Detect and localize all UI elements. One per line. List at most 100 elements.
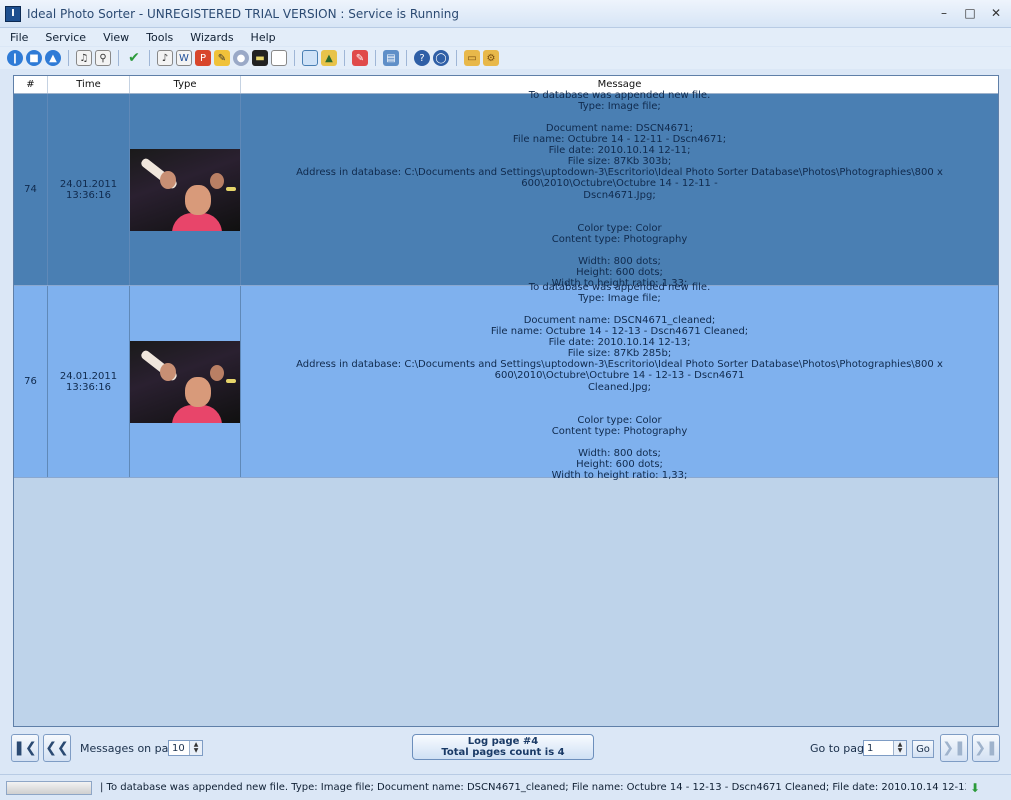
stop-icon[interactable]: ■ (26, 50, 42, 66)
message-line: To database was appended new file. (528, 89, 711, 101)
close-button[interactable]: ✕ (987, 4, 1005, 22)
goto-page-stepper[interactable]: 1 ▲ ▼ (863, 740, 907, 756)
message-line (618, 437, 621, 448)
toolbar-separator (344, 50, 345, 66)
row-time-text: 13:36:16 (66, 189, 111, 201)
cd-icon[interactable]: ● (233, 50, 249, 66)
progress-bar (6, 780, 92, 795)
table-header: # Time Type Message (14, 76, 998, 94)
go-button[interactable]: Go (912, 740, 934, 758)
row-time-text: 13:36:16 (66, 381, 111, 393)
message-line (618, 201, 621, 212)
table-row[interactable]: 74 24.01.2011 13:36:16 To database was a… (14, 90, 998, 290)
message-line: Dscn4671.Jpg; (583, 189, 656, 201)
monitor-icon[interactable]: ▤ (383, 50, 399, 66)
folder-icon[interactable]: ▭ (464, 50, 480, 66)
last-page-button[interactable]: ❯❚ (972, 734, 1000, 762)
message-line: Height: 600 dots; (576, 267, 663, 279)
next-page-button[interactable]: ❯❚ (940, 734, 968, 762)
menu-bar: File Service View Tools Wizards Help (0, 28, 1011, 46)
message-line: File size: 87Kb 303b; (567, 156, 672, 168)
check-icon[interactable]: ✔ (126, 50, 142, 66)
document-icon[interactable]: ♫ (76, 50, 92, 66)
word-icon[interactable]: W (176, 50, 192, 66)
minimize-button[interactable]: – (935, 4, 953, 22)
message-line: Address in database: C:\Documents and Se… (296, 359, 943, 382)
page-icon[interactable] (271, 50, 287, 66)
messages-on-page-stepper[interactable]: 10 ▲ ▼ (168, 740, 203, 756)
log-table[interactable]: # Time Type Message 74 24.01.2011 13:36:… (13, 75, 999, 727)
message-line: Width: 800 dots; (578, 448, 661, 460)
music-icon[interactable]: ♪ (157, 50, 173, 66)
messages-on-page-value: 10 (172, 742, 185, 754)
table-row[interactable]: 76 24.01.2011 13:36:16 To database was a… (14, 282, 998, 482)
pencil-icon[interactable]: ✎ (214, 50, 230, 66)
message-line: File name: Octubre 14 - 12-11 - Dscn4671… (512, 134, 727, 146)
photo-thumbnail[interactable] (130, 148, 240, 231)
pdf-icon[interactable]: P (195, 50, 211, 66)
toolbar-separator (294, 50, 295, 66)
goto-page-value: 1 (867, 742, 874, 754)
row-number: 76 (14, 286, 48, 477)
status-bar: | To database was appended new file. Typ… (0, 774, 1011, 800)
settings-icon[interactable]: ⚙ (483, 50, 499, 66)
message-line: File name: Octubre 14 - 12-13 - Dscn4671… (490, 326, 749, 338)
row-time: 24.01.2011 13:36:16 (48, 94, 130, 285)
message-line (618, 393, 621, 404)
message-line (618, 404, 621, 415)
row-date-text: 24.01.2011 (59, 178, 118, 190)
maximize-button[interactable]: □ (961, 4, 979, 22)
stepper-arrows[interactable]: ▲ ▼ (189, 741, 202, 755)
menu-file[interactable]: File (10, 31, 28, 44)
menu-help[interactable]: Help (251, 31, 276, 44)
menu-service[interactable]: Service (45, 31, 86, 44)
eraser-icon[interactable]: ✎ (352, 50, 368, 66)
eject-icon[interactable]: ▲ (45, 50, 61, 66)
about-icon[interactable]: ◯ (433, 50, 449, 66)
toolbar-separator (375, 50, 376, 66)
previous-page-button[interactable]: ❮❮ (43, 734, 71, 762)
row-message: To database was appended new file. Type:… (241, 282, 998, 482)
window-icon[interactable] (302, 50, 318, 66)
header-type[interactable]: Type (130, 76, 241, 93)
row-message: To database was appended new file. Type:… (241, 90, 998, 290)
message-line: File date: 2010.10.14 12-11; (548, 145, 691, 157)
title-bar: I Ideal Photo Sorter - UNREGISTERED TRIA… (0, 0, 1011, 28)
first-page-button[interactable]: ❚❮ (11, 734, 39, 762)
window-title: Ideal Photo Sorter - UNREGISTERED TRIAL … (27, 6, 460, 21)
down-arrow-icon[interactable]: ⬇ (970, 781, 982, 795)
message-line (618, 112, 621, 123)
page-info: Log page #4 Total pages count is 4 (412, 734, 594, 760)
header-num[interactable]: # (14, 76, 48, 93)
row-date-text: 24.01.2011 (59, 370, 118, 382)
document-search-icon[interactable]: ⚲ (95, 50, 111, 66)
menu-tools[interactable]: Tools (146, 31, 173, 44)
total-pages-text: Total pages count is 4 (441, 747, 565, 758)
row-time: 24.01.2011 13:36:16 (48, 286, 130, 477)
image-icon[interactable]: ▲ (321, 50, 337, 66)
toolbar-separator (68, 50, 69, 66)
menu-view[interactable]: View (103, 31, 129, 44)
film-icon[interactable]: ▬ (252, 50, 268, 66)
message-line: Address in database: C:\Documents and Se… (296, 167, 943, 190)
header-time[interactable]: Time (48, 76, 130, 93)
message-line (618, 245, 621, 256)
toolbar-separator (149, 50, 150, 66)
menu-wizards[interactable]: Wizards (190, 31, 233, 44)
pager-bar: ❚❮ ❮❮ Messages on page: 10 ▲ ▼ Log page #… (0, 730, 1011, 770)
pause-icon[interactable]: ❙ (7, 50, 23, 66)
log-page-text: Log page #4 (467, 736, 539, 747)
message-line: Height: 600 dots; (576, 459, 663, 471)
message-line: Document name: DSCN4671_cleaned; (523, 314, 716, 326)
help-icon[interactable]: ? (414, 50, 430, 66)
row-number: 74 (14, 94, 48, 285)
stepper-arrows[interactable]: ▲ ▼ (893, 741, 906, 755)
message-line: To database was appended new file. (528, 281, 711, 293)
app-icon: I (5, 5, 21, 22)
message-line: Document name: DSCN4671; (545, 122, 694, 134)
photo-thumbnail[interactable] (130, 340, 240, 423)
toolbar: ❙ ■ ▲ ♫ ⚲ ✔ ♪ W P ✎ ● ▬ ▲ ✎ ▤ ? ◯ ▭ ⚙ (0, 47, 1011, 69)
row-type (130, 94, 241, 285)
status-text: | To database was appended new file. Typ… (100, 782, 966, 793)
message-line: Cleaned.Jpg; (587, 381, 652, 393)
